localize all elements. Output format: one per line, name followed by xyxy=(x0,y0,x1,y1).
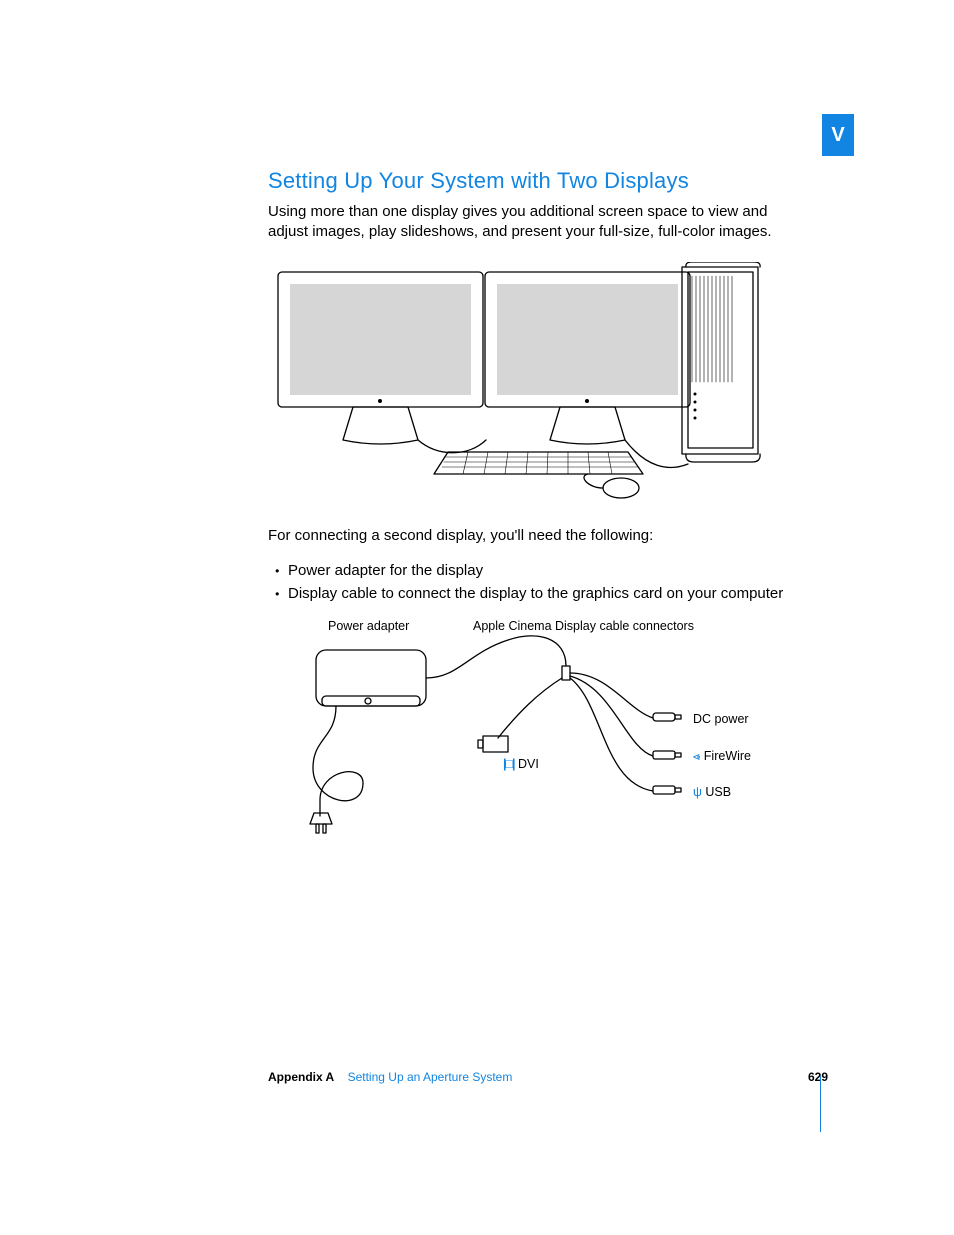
label-firewire-row: ⩹ FireWire xyxy=(693,748,751,765)
figure-dual-displays xyxy=(268,262,808,502)
dual-display-illustration xyxy=(268,262,768,502)
label-dvi-row: |□| DVI xyxy=(503,756,539,773)
footer-title: Setting Up an Aperture System xyxy=(348,1070,513,1084)
footer-rule xyxy=(820,1076,821,1132)
list-item: Power adapter for the display xyxy=(286,561,808,581)
dvi-icon: |□| xyxy=(503,757,515,771)
section-heading: Setting Up Your System with Two Displays xyxy=(268,166,808,196)
paragraph-requirements-intro: For connecting a second display, you'll … xyxy=(268,526,808,546)
label-usb: USB xyxy=(705,785,731,799)
page-footer: Appendix A Setting Up an Aperture System… xyxy=(268,1069,828,1085)
section-tab-letter: V xyxy=(831,122,844,149)
label-dvi: DVI xyxy=(518,757,539,771)
firewire-icon: ⩹ xyxy=(693,749,700,763)
requirements-list: Power adapter for the display Display ca… xyxy=(268,561,808,604)
footer-page-number: 629 xyxy=(808,1069,828,1085)
label-firewire: FireWire xyxy=(704,749,751,763)
intro-paragraph: Using more than one display gives you ad… xyxy=(268,202,808,243)
label-dc-power: DC power xyxy=(693,711,749,728)
list-item: Display cable to connect the display to … xyxy=(286,584,808,604)
section-tab: V xyxy=(822,114,854,156)
footer-appendix: Appendix A xyxy=(268,1070,334,1084)
content-area: Setting Up Your System with Two Displays… xyxy=(268,166,808,872)
usb-icon: ψ xyxy=(693,785,702,799)
label-usb-row: ψ USB xyxy=(693,784,731,801)
connectors-illustration xyxy=(308,618,768,848)
figure-connectors: Power adapter Apple Cinema Display cable… xyxy=(308,618,768,848)
document-page: V Setting Up Your System with Two Displa… xyxy=(0,0,954,1235)
